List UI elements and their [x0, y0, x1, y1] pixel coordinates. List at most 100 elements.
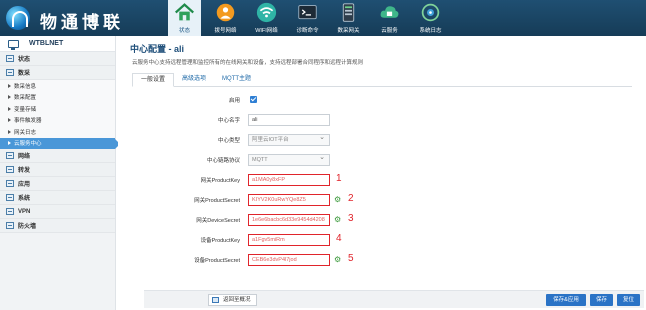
sidebar-group-forward[interactable]: 转发 [0, 163, 115, 177]
sidebar-group-apps[interactable]: 应用 [0, 177, 115, 191]
arrow-right-icon [8, 83, 11, 88]
nav-label: 云服务 [381, 28, 398, 34]
sidebar-item-collect-config[interactable]: 数采配置 [0, 91, 115, 103]
tab-mqtt-topic[interactable]: MQTT主题 [214, 73, 259, 87]
annotation-marker: 3 [348, 213, 354, 224]
enable-label: 启用 [228, 98, 240, 104]
tab-advanced[interactable]: 高级选项 [174, 73, 214, 87]
page-title: 中心配置 - ali [130, 44, 185, 54]
brand-name: 物通博联 [40, 13, 124, 32]
dev-product-secret-label: 设备ProductSecret [194, 258, 240, 264]
nav-item-syslog[interactable]: 系统日志 [414, 0, 447, 36]
sidebar-title: WTBLNET [29, 40, 64, 47]
collapse-icon [6, 180, 14, 187]
back-button-label: 返回至概况 [223, 297, 251, 303]
sidebar-group-firewall[interactable]: 防火墙 [0, 219, 115, 233]
arrow-right-icon [8, 129, 11, 134]
sidebar-item-label: 数采信息 [14, 83, 37, 90]
sidebar-item-cloud-center[interactable]: 云服务中心 [0, 137, 120, 149]
type-select[interactable]: 阿里云IOT平台 [248, 134, 330, 146]
back-to-overview-button[interactable]: 返回至概况 [208, 294, 257, 306]
sidebar-group-status[interactable]: 状态 [0, 52, 115, 66]
sidebar-group-vpn[interactable]: VPN [0, 205, 115, 219]
cloud-icon [380, 6, 399, 18]
sidebar-group-label: 网络 [18, 154, 31, 160]
form-row-dev-product-key: 设备ProductKey a1Fgv5miRm 4 [132, 233, 632, 246]
sidebar-item-event-trigger[interactable]: 事件触发器 [0, 114, 115, 126]
gw-product-secret-input[interactable]: KIYV2K0uRwYQe8Z5 [248, 194, 330, 206]
top-bar: 物通博联 状态 拨号网络 WIFI网络 诊断命令 数采网关 云服务 系统日志 [0, 0, 646, 36]
gw-product-key-input[interactable]: a1MA0y8xFP [248, 174, 330, 186]
sidebar-item-collect-info[interactable]: 数采信息 [0, 80, 115, 92]
form-row-type: 中心类型 阿里云IOT平台 [132, 134, 632, 146]
sidebar-item-label: 数采配置 [14, 95, 37, 102]
save-button[interactable]: 保存 [590, 294, 613, 306]
terminal-icon [298, 5, 317, 20]
annotation-marker: 1 [336, 173, 342, 184]
sidebar-group-label: 系统 [18, 196, 31, 202]
form-row-protocol: 中心链路协议 MQTT [132, 154, 632, 166]
sidebar-group-collect[interactable]: 数采 [0, 66, 115, 80]
top-nav: 状态 拨号网络 WIFI网络 诊断命令 数采网关 云服务 系统日志 [168, 0, 455, 36]
reset-button[interactable]: 复位 [617, 294, 640, 306]
nav-item-gateway[interactable]: 数采网关 [332, 0, 365, 36]
name-input[interactable]: ali [248, 114, 330, 126]
collapse-icon [6, 208, 14, 215]
action-bar: 返回至概况 保存&应用 保存 复位 [144, 290, 644, 308]
reveal-icon[interactable]: ⚙ [334, 195, 341, 204]
sidebar-item-label: 变量存储 [14, 106, 37, 113]
sidebar-item-label: 云服务中心 [14, 141, 42, 148]
tab-bar: 一般设置 高级选项 MQTT主题 [132, 73, 632, 87]
reveal-icon[interactable]: ⚙ [334, 215, 341, 224]
collapse-icon [6, 166, 14, 173]
annotation-marker: 2 [348, 193, 354, 204]
form-row-dev-product-secret: 设备ProductSecret CEB6e3dvP4l7jod ⚙ 5 [132, 253, 632, 266]
globe-icon [216, 3, 235, 22]
nav-item-dialup[interactable]: 拨号网络 [209, 0, 242, 36]
type-label: 中心类型 [217, 138, 240, 144]
arrow-right-icon [8, 141, 11, 146]
sidebar-group-system[interactable]: 系统 [0, 191, 115, 205]
nav-label: WIFI网络 [255, 28, 278, 34]
nav-item-status[interactable]: 状态 [168, 0, 201, 36]
sidebar-group-label: 数采 [18, 71, 31, 77]
gw-device-secret-input[interactable]: 1e6e6bacbc6d33e9454d4208 [248, 214, 330, 226]
form-row-gw-product-secret: 网关ProductSecret KIYV2K0uRwYQe8Z5 ⚙ 2 [132, 193, 632, 206]
tab-general[interactable]: 一般设置 [132, 73, 175, 87]
brand-logo-icon [6, 6, 30, 30]
collapse-icon [6, 69, 14, 76]
save-apply-button[interactable]: 保存&应用 [546, 294, 586, 306]
monitor-icon [8, 39, 19, 50]
form-row-enable: 启用 [132, 94, 632, 106]
collapse-icon [6, 194, 14, 201]
dev-product-secret-input[interactable]: CEB6e3dvP4l7jod [248, 254, 330, 266]
nav-item-diagnose[interactable]: 诊断命令 [291, 0, 324, 36]
sidebar-item-gateway-log[interactable]: 网关日志 [0, 126, 115, 138]
sidebar-item-label: 网关日志 [14, 129, 37, 136]
protocol-label: 中心链路协议 [206, 158, 240, 164]
sidebar-group-network[interactable]: 网络 [0, 149, 115, 163]
sidebar-item-variable-storage[interactable]: 变量存储 [0, 103, 115, 115]
main-content: 中心配置 - ali 云服务中心支持远程管理和监控所有的在线网关和设备，支持远程… [118, 36, 646, 310]
gw-product-secret-label: 网关ProductSecret [194, 198, 240, 204]
form-row-name: 中心名字 ali [132, 114, 632, 126]
sidebar-item-label: 事件触发器 [14, 118, 42, 125]
sidebar-group-label: 转发 [18, 168, 31, 174]
protocol-select[interactable]: MQTT [248, 154, 330, 166]
form-row-gw-product-key: 网关ProductKey a1MA0y8xFP 1 [132, 173, 632, 186]
sidebar-header: WTBLNET [0, 36, 115, 52]
nav-item-cloud[interactable]: 云服务 [373, 0, 406, 36]
enable-checkbox[interactable] [250, 96, 257, 103]
arrow-right-icon [8, 95, 11, 100]
gateway-icon [342, 3, 355, 22]
arrow-right-icon [8, 118, 11, 123]
dev-product-key-input[interactable]: a1Fgv5miRm [248, 234, 330, 246]
reveal-icon[interactable]: ⚙ [334, 255, 341, 264]
collapse-icon [6, 222, 14, 229]
sidebar-group-label: 状态 [18, 57, 31, 63]
gw-device-secret-label: 网关DeviceSecret [196, 218, 240, 224]
nav-label: 状态 [178, 28, 190, 34]
nav-label: 拨号网络 [214, 28, 237, 34]
sidebar: WTBLNET 状态 数采 数采信息 数采配置 变量存储 事件触发器 网关日志 … [0, 36, 120, 310]
nav-item-wifi[interactable]: WIFI网络 [250, 0, 283, 36]
